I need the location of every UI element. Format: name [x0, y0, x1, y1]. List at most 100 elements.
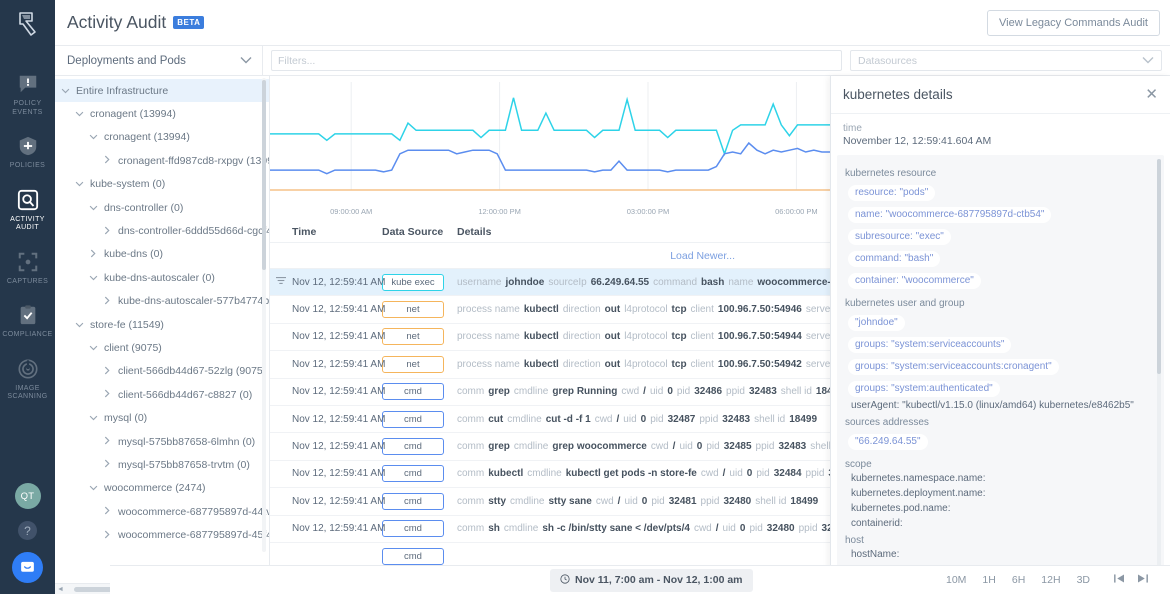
sidebar-item-policy-events[interactable]: POLICY EVENTS	[0, 64, 55, 126]
status-badge[interactable]: net	[382, 301, 444, 319]
table-row[interactable]: Nov 12, 12:59:41 AM net process name kubect…	[270, 324, 830, 352]
details-pill[interactable]: subresource: "exec"	[848, 228, 951, 245]
chevron-down-icon[interactable]	[87, 343, 99, 353]
tree-node[interactable]: woocommerce (2474)	[55, 477, 269, 500]
status-badge[interactable]: cmd	[382, 465, 444, 483]
step-backward-icon[interactable]	[1114, 574, 1125, 586]
details-pill[interactable]: container: "woocommerce"	[848, 272, 981, 289]
chevron-down-icon[interactable]	[87, 132, 99, 142]
status-badge[interactable]: net	[382, 355, 444, 373]
tree-scrollbar-thumb[interactable]	[262, 80, 266, 270]
chevron-down-icon[interactable]	[87, 203, 99, 213]
details-pill[interactable]: command: "bash"	[848, 250, 941, 267]
tree-node[interactable]: client-566db44d67-c8827 (0)	[55, 383, 269, 406]
tree-node[interactable]: cronagent (13994)	[55, 102, 269, 125]
range-button-1h[interactable]: 1H	[982, 574, 995, 586]
scroll-left-icon[interactable]: ◄	[55, 586, 66, 593]
chevron-down-icon[interactable]	[73, 179, 85, 189]
tree-node[interactable]: cronagent (13994)	[55, 126, 269, 149]
filter-icon[interactable]	[276, 276, 286, 288]
load-newer-link[interactable]: Load Newer...	[270, 243, 830, 269]
tree-node[interactable]: kube-dns-autoscaler-577b4774b5-q9ns6	[55, 290, 269, 313]
table-row[interactable]: Nov 12, 12:59:41 AM net process name kubect…	[270, 296, 830, 324]
table-row[interactable]: Nov 12, 12:59:41 AM net process name kubect…	[270, 351, 830, 379]
tree-node[interactable]: store-fe (11549)	[55, 313, 269, 336]
status-badge[interactable]: cmd	[382, 520, 444, 538]
table-row[interactable]: Nov 12, 12:59:41 AM cmd comm grep cmdline gre…	[270, 379, 830, 406]
details-pill[interactable]: groups: "system:authenticated"	[848, 380, 1000, 397]
tree-node[interactable]: kube-dns (0)	[55, 243, 269, 266]
details-pill[interactable]: resource: "pods"	[848, 184, 936, 201]
details-pill[interactable]: name: "woocommerce-687795897d-ctb54"	[848, 206, 1052, 223]
status-badge[interactable]: cmd	[382, 383, 444, 401]
status-badge[interactable]: cmd	[382, 438, 444, 456]
table-row[interactable]: Nov 12, 12:59:41 AM cmd comm cut cmdline cut …	[270, 406, 830, 434]
tree-node[interactable]: dns-controller-6ddd55d66d-cgcf4 (0)	[55, 219, 269, 242]
chevron-right-icon[interactable]	[101, 296, 113, 307]
details-content[interactable]: kubernetes resource resource: "pods" name:…	[837, 155, 1164, 590]
tree-node[interactable]: mysql-575bb87658-6lmhn (0)	[55, 430, 269, 453]
chevron-down-icon[interactable]	[73, 320, 85, 330]
sidebar-item-policies[interactable]: POLICIES	[0, 126, 55, 180]
chevron-down-icon[interactable]	[87, 273, 99, 283]
details-pill[interactable]: "johndoe"	[848, 314, 905, 331]
chevron-down-icon[interactable]	[73, 109, 85, 119]
scope-tree[interactable]: Entire Infrastructure cronagent (13994) cr…	[55, 79, 269, 544]
table-row[interactable]: Nov 12, 12:59:41 AM cmd comm kubectl cmdline…	[270, 461, 830, 489]
details-scrollbar-thumb[interactable]	[1157, 159, 1161, 374]
tree-node[interactable]: woocommerce-687795897d-44tvd (109	[55, 500, 269, 523]
chevron-down-icon[interactable]	[87, 413, 99, 423]
chevron-right-icon[interactable]	[101, 226, 113, 237]
step-forward-icon[interactable]	[1137, 574, 1148, 586]
filters-input[interactable]	[271, 50, 842, 71]
status-badge[interactable]: cmd	[382, 410, 444, 428]
range-button-10m[interactable]: 10M	[946, 574, 966, 586]
tree-node[interactable]: Entire Infrastructure	[55, 79, 269, 103]
tree-node[interactable]: mysql (0)	[55, 406, 269, 429]
chevron-right-icon[interactable]	[101, 436, 113, 447]
table-row[interactable]: Nov 12, 12:59:41 AM kube exec username john…	[270, 269, 830, 297]
tree-node[interactable]: kube-system (0)	[55, 173, 269, 196]
chevron-down-icon[interactable]	[87, 483, 99, 493]
chat-bubble-icon[interactable]	[12, 552, 43, 583]
range-button-3d[interactable]: 3D	[1077, 574, 1090, 586]
sysdig-logo-icon[interactable]	[0, 0, 55, 46]
range-button-12h[interactable]: 12H	[1041, 574, 1060, 586]
chevron-right-icon[interactable]	[101, 506, 113, 517]
details-pill[interactable]: groups: "system:serviceaccounts"	[848, 336, 1012, 353]
range-button-6h[interactable]: 6H	[1012, 574, 1025, 586]
sidebar-item-activity-audit[interactable]: ACTIVITY AUDIT	[0, 180, 55, 242]
help-icon[interactable]: ?	[18, 521, 37, 540]
activity-timeline-chart[interactable]: 09:00:00 AM 12:00:00 PM 03:00:00 PM 06:00:0…	[270, 76, 830, 221]
view-legacy-commands-audit-button[interactable]: View Legacy Commands Audit	[987, 9, 1160, 36]
status-badge[interactable]: kube exec	[382, 273, 444, 291]
table-row[interactable]: Nov 12, 12:59:41 AM cmd comm grep cmdline gre…	[270, 433, 830, 461]
chevron-down-icon[interactable]	[59, 86, 71, 96]
tree-node[interactable]: dns-controller (0)	[55, 196, 269, 219]
sidebar-item-image-scanning[interactable]: IMAGE SCANNING	[0, 349, 55, 411]
tree-node[interactable]: mysql-575bb87658-trvtm (0)	[55, 453, 269, 476]
close-icon[interactable]: ✕	[1145, 87, 1158, 102]
tree-node[interactable]: cronagent-ffd987cd8-rxpgv (13994)	[55, 149, 269, 172]
sidebar-item-compliance[interactable]: COMPLIANCE	[0, 295, 55, 349]
chevron-right-icon[interactable]	[101, 389, 113, 400]
sidebar-item-captures[interactable]: CAPTURES	[0, 242, 55, 296]
chevron-right-icon[interactable]	[101, 530, 113, 541]
status-badge[interactable]: cmd	[382, 492, 444, 510]
chevron-right-icon[interactable]	[87, 249, 99, 260]
scope-select[interactable]: Deployments and Pods	[55, 46, 263, 75]
status-badge[interactable]: net	[382, 328, 444, 346]
tree-node[interactable]: client-566db44d67-52zlg (9075)	[55, 360, 269, 383]
avatar[interactable]: QT	[14, 483, 41, 509]
chevron-right-icon[interactable]	[101, 155, 113, 166]
chevron-right-icon[interactable]	[101, 459, 113, 470]
table-row[interactable]: Nov 12, 12:59:41 AM cmd comm stty cmdline stt…	[270, 488, 830, 516]
tree-node[interactable]: client (9075)	[55, 336, 269, 359]
tree-node[interactable]: woocommerce-687795897d-45f46 (217	[55, 523, 269, 544]
time-range-selector[interactable]: Nov 11, 7:00 am - Nov 12, 1:00 am	[550, 568, 753, 592]
chevron-right-icon[interactable]	[101, 366, 113, 377]
datasources-select[interactable]: Datasources	[850, 50, 1162, 71]
details-pill[interactable]: "66.249.64.55"	[848, 433, 928, 450]
table-row[interactable]: Nov 12, 12:59:41 AM cmd comm sh cmdline sh -c…	[270, 516, 830, 543]
details-pill[interactable]: groups: "system:serviceaccounts:cronagen…	[848, 358, 1059, 375]
